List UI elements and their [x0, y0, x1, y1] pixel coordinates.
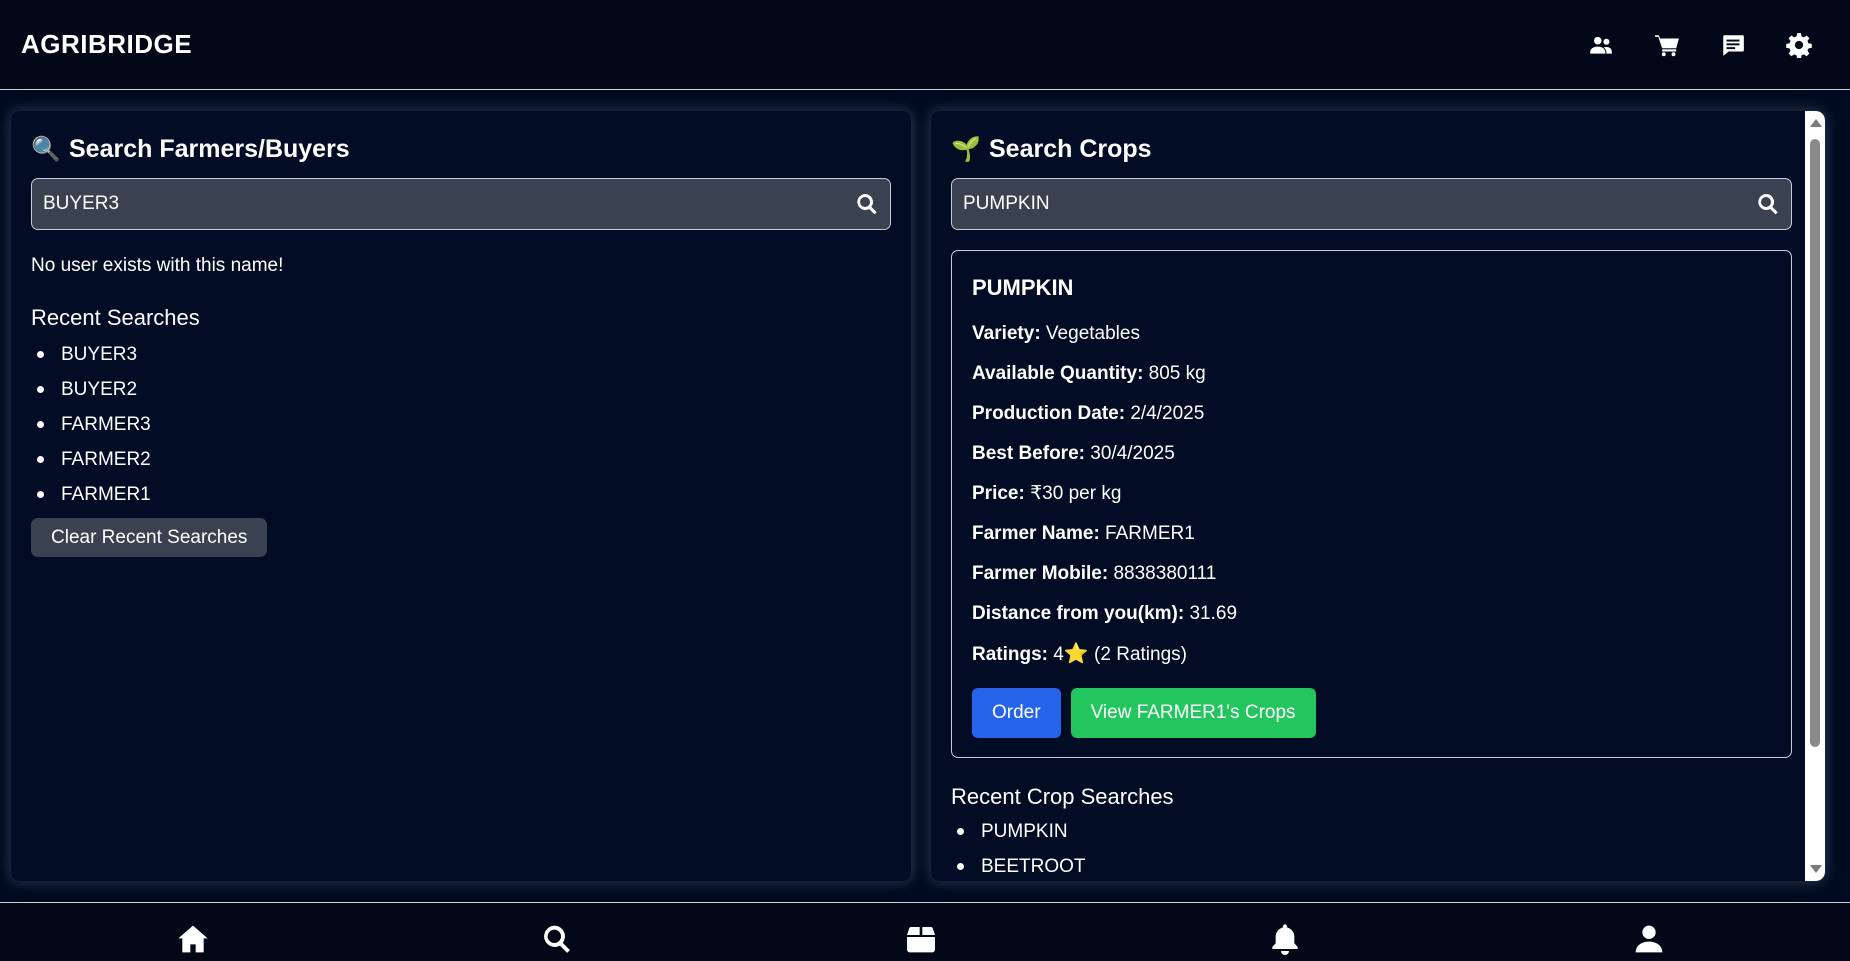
scroll-up-arrow-icon[interactable]	[1810, 119, 1822, 127]
crop-field-production-date: Production Date: 2/4/2025	[972, 394, 1771, 434]
panel-title: 🔍 Search Farmers/Buyers	[31, 133, 891, 165]
ratings-count: (2 Ratings)	[1088, 644, 1187, 665]
bell-icon[interactable]	[1268, 922, 1302, 956]
bottom-navbar	[0, 902, 1850, 961]
field-value: 31.69	[1184, 603, 1238, 624]
field-label: Production Date:	[972, 403, 1126, 424]
recent-item-label: BUYER2	[61, 379, 138, 400]
cart-icon[interactable]	[1654, 32, 1680, 58]
panel-title: 🌱 Search Crops	[951, 133, 1792, 165]
recent-searches-list: BUYER3 BUYER2 FARMER3 FARMER2 FARMER1	[31, 337, 891, 512]
field-value: ₹30 per kg	[1024, 483, 1122, 504]
user-icon[interactable]	[1632, 922, 1666, 956]
search-icon[interactable]	[1756, 192, 1780, 216]
no-user-message: No user exists with this name!	[31, 255, 284, 276]
user-search-input[interactable]	[43, 193, 855, 215]
recent-item-label: FARMER2	[61, 449, 151, 470]
list-item[interactable]: FARMER1	[37, 477, 891, 512]
list-item[interactable]: FARMER2	[37, 442, 891, 477]
gear-icon[interactable]	[1786, 32, 1812, 58]
list-item[interactable]: PUMPKIN	[957, 814, 1792, 849]
field-label: Variety:	[972, 323, 1041, 344]
clear-recent-searches-button[interactable]: Clear Recent Searches	[31, 518, 268, 557]
top-navbar: AGRIBRIDGE	[0, 0, 1850, 90]
field-label: Distance from you(km):	[972, 603, 1185, 624]
field-value: Vegetables	[1040, 323, 1140, 344]
scroll-down-arrow-icon[interactable]	[1810, 865, 1822, 873]
crop-field-farmer-name: Farmer Name: FARMER1	[972, 514, 1771, 554]
crop-field-ratings: Ratings: 4⭐ (2 Ratings)	[972, 634, 1771, 674]
recent-searches-title: Recent Searches	[31, 305, 200, 330]
recent-item-label: BEETROOT	[981, 856, 1086, 877]
field-label: Available Quantity:	[972, 363, 1144, 384]
home-icon[interactable]	[176, 922, 210, 956]
field-value: FARMER1	[1099, 523, 1195, 544]
crop-action-buttons: Order View FARMER1's Crops	[972, 688, 1771, 738]
list-item[interactable]: BUYER2	[37, 372, 891, 407]
top-icon-group	[1588, 32, 1812, 58]
recent-crop-searches-list: PUMPKIN BEETROOT	[951, 814, 1792, 881]
view-farmer-crops-button[interactable]: View FARMER1's Crops	[1070, 688, 1316, 738]
crop-search-input[interactable]	[963, 193, 1756, 215]
field-label: Farmer Name:	[972, 523, 1100, 544]
panel-title-text: Search Crops	[989, 134, 1152, 163]
magnifier-emoji-icon: 🔍	[31, 135, 61, 163]
scrollbar-thumb[interactable]	[1810, 139, 1820, 747]
recent-crop-searches-title: Recent Crop Searches	[951, 784, 1174, 809]
field-value: 8838380111	[1108, 563, 1217, 584]
crop-field-variety: Variety: Vegetables	[972, 314, 1771, 354]
order-button[interactable]: Order	[972, 688, 1061, 738]
box-icon[interactable]	[904, 922, 938, 956]
recent-item-label: PUMPKIN	[981, 821, 1068, 842]
bullet	[957, 863, 964, 870]
bullet	[37, 386, 44, 393]
message-icon[interactable]	[1720, 32, 1746, 58]
seedling-emoji-icon: 🌱	[951, 135, 981, 163]
bullet	[37, 351, 44, 358]
crop-field-quantity: Available Quantity: 805 kg	[972, 354, 1771, 394]
list-item[interactable]: BUYER3	[37, 337, 891, 372]
users-icon[interactable]	[1588, 32, 1614, 58]
list-item[interactable]: BEETROOT	[957, 849, 1792, 881]
field-label: Ratings:	[972, 644, 1048, 665]
field-value: 30/4/2025	[1084, 443, 1175, 464]
crop-field-farmer-mobile: Farmer Mobile: 8838380111	[972, 554, 1771, 594]
panel-title-text: Search Farmers/Buyers	[69, 134, 350, 163]
crop-result-card: PUMPKIN Variety: Vegetables Available Qu…	[951, 250, 1792, 758]
search-icon[interactable]	[855, 192, 879, 216]
list-item[interactable]: FARMER3	[37, 407, 891, 442]
field-value: 2/4/2025	[1125, 403, 1205, 424]
recent-item-label: FARMER3	[61, 414, 151, 435]
bullet	[37, 421, 44, 428]
search-users-panel: 🔍 Search Farmers/Buyers No user exists w…	[11, 111, 911, 881]
crop-field-best-before: Best Before: 30/4/2025	[972, 434, 1771, 474]
crop-field-distance: Distance from you(km): 31.69	[972, 594, 1771, 634]
bullet	[37, 456, 44, 463]
search-icon[interactable]	[540, 922, 574, 956]
field-label: Price:	[972, 483, 1025, 504]
recent-item-label: FARMER1	[61, 484, 151, 505]
field-value: 805 kg	[1143, 363, 1206, 384]
recent-item-label: BUYER3	[61, 344, 138, 365]
bullet	[957, 828, 964, 835]
crop-field-price: Price: ₹30 per kg	[972, 474, 1771, 514]
crops-panel-scrollbar[interactable]	[1805, 111, 1825, 881]
ratings-value: 4	[1048, 644, 1064, 665]
crop-name: PUMPKIN	[972, 275, 1074, 300]
crops-panel-content: 🌱 Search Crops PUMPKIN Variety: Vegetabl…	[951, 133, 1792, 881]
brand-logo[interactable]: AGRIBRIDGE	[21, 29, 192, 60]
star-icon: ⭐	[1063, 643, 1089, 665]
user-search-box	[31, 178, 891, 230]
field-label: Best Before:	[972, 443, 1085, 464]
field-label: Farmer Mobile:	[972, 563, 1109, 584]
search-crops-panel: 🌱 Search Crops PUMPKIN Variety: Vegetabl…	[931, 111, 1825, 881]
crop-search-box	[951, 178, 1792, 230]
bullet	[37, 491, 44, 498]
